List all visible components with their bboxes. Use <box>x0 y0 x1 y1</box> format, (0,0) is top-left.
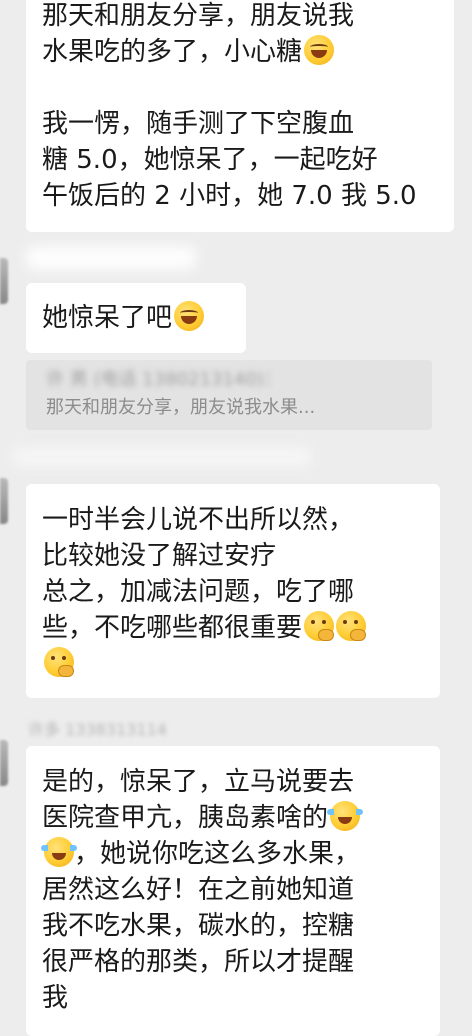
grinning-emoji-icon <box>174 301 205 331</box>
message-text: 我不吃水果，碳水的，控糖 <box>42 911 355 941</box>
quote-snippet: 那天和朋友分享，朋友说我水果... <box>46 397 316 418</box>
message-text: 午饭后的 2 小时，她 7.0 我 5.0 <box>42 181 417 211</box>
quote-sender: 许 男 (电话 1380213140)： <box>46 369 282 390</box>
crying-emoji-icon <box>41 837 77 867</box>
message-text: 她惊呆了吧 <box>42 300 230 336</box>
message-bubble-2[interactable]: 她惊呆了吧 <box>26 283 246 353</box>
quoted-message[interactable]: 许 男 (电话 1380213140)： 那天和朋友分享，朋友说我水果... <box>26 360 432 430</box>
message-text: 很严格的那类，所以才提醒 <box>42 947 355 977</box>
crying-emoji-icon <box>327 801 364 831</box>
message-text: 比较她没了解过安疗 <box>42 541 277 571</box>
message-text: 糖 5.0，她惊呆了，一起吃好 <box>42 145 378 175</box>
sender-name-blurred: 许多 1338313114 <box>28 720 167 739</box>
message-bubble-1[interactable]: 那天和朋友分享，朋友说我 水果吃的多了，小心糖 我一愣，随手测了下空腹血 糖 5… <box>26 0 454 232</box>
message-text: 那天和朋友分享，朋友说我 <box>42 1 355 31</box>
message-text: 居然这么好！在之前她知道 <box>42 875 355 905</box>
thinking-emoji-icon <box>304 611 335 641</box>
avatar[interactable] <box>0 478 8 524</box>
message-text: 些，不吃哪些都很重要 <box>42 610 424 646</box>
thinking-emoji-icon <box>44 647 74 677</box>
message-bubble-4[interactable]: 是的，惊呆了，立马说要去 医院查甲亢，胰岛素啥的 ，她说你吃这么多水果， 居然这… <box>26 746 440 1036</box>
message-text: 我一愣，随手测了下空腹血 <box>42 109 355 139</box>
message-text: 是的，惊呆了，立马说要去 <box>42 767 355 797</box>
separator-blur <box>12 448 312 466</box>
message-spacer <box>42 70 438 106</box>
message-text: 水果吃的多了，小心糖 <box>42 34 438 70</box>
laughing-emoji-icon <box>304 35 335 65</box>
message-text: ，她说你吃这么多水果， <box>41 836 424 872</box>
sender-name-blurred <box>26 246 196 270</box>
message-bubble-3[interactable]: 一时半会儿说不出所以然， 比较她没了解过安疗 总之，加减法问题，吃了哪 些，不吃… <box>26 484 440 698</box>
message-text: 医院查甲亢，胰岛素啥的 <box>42 800 424 836</box>
message-text: 我 <box>42 983 69 1013</box>
message-text: 总之，加减法问题，吃了哪 <box>42 577 355 607</box>
message-text <box>42 646 424 682</box>
thinking-emoji-icon <box>336 611 367 641</box>
avatar[interactable] <box>0 258 8 304</box>
avatar[interactable] <box>0 740 8 786</box>
message-text: 一时半会儿说不出所以然， <box>42 505 355 535</box>
